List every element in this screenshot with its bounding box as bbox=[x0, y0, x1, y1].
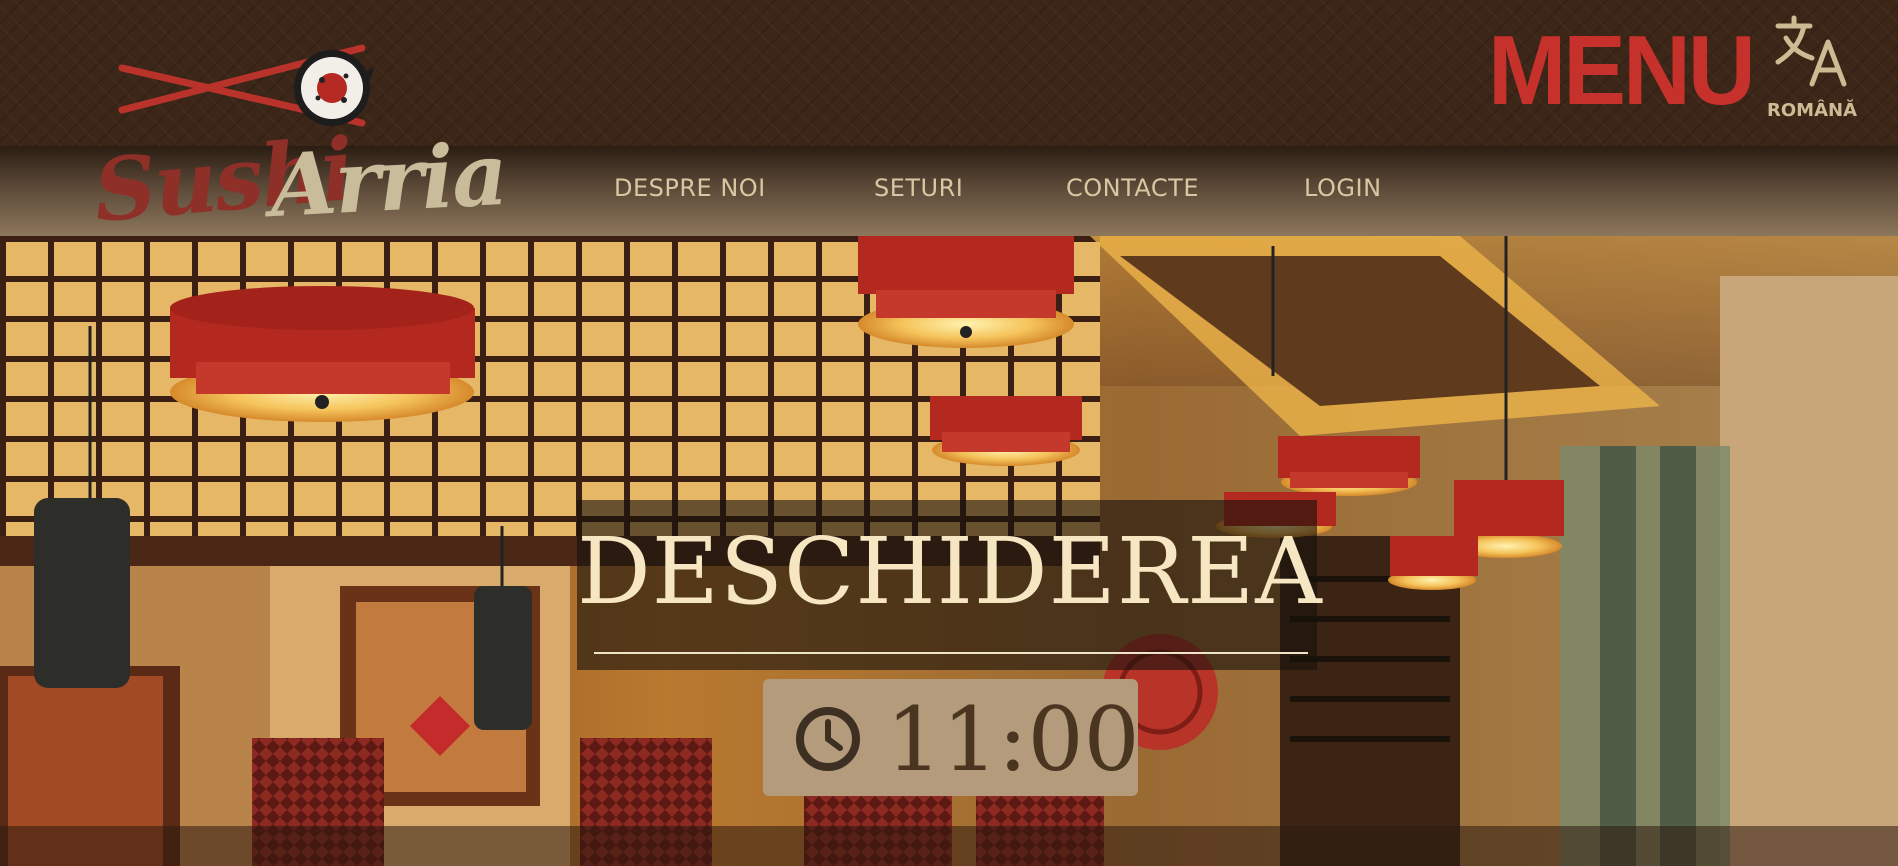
clock-icon bbox=[796, 707, 860, 771]
menu-link[interactable]: MENU bbox=[1488, 17, 1756, 123]
nav-item-seturi[interactable]: SETURI bbox=[874, 174, 963, 202]
site-logo[interactable]: Sushi Arria bbox=[90, 38, 508, 242]
language-label: ROMÂNĂ bbox=[1767, 100, 1857, 121]
translate-icon bbox=[1775, 15, 1847, 87]
opening-title: DESCHIDEREA bbox=[577, 518, 1323, 625]
nav-item-contacte[interactable]: CONTACTE bbox=[1066, 174, 1199, 202]
logo-word-arria: Arria bbox=[267, 123, 509, 238]
opening-time: 11:00 bbox=[886, 688, 1140, 791]
language-selector[interactable]: ROMÂNĂ bbox=[1762, 14, 1862, 124]
nav-item-despre-noi[interactable]: DESPRE NOI bbox=[614, 174, 766, 202]
nav-item-login[interactable]: LOGIN bbox=[1304, 174, 1382, 202]
opening-divider bbox=[594, 652, 1308, 654]
